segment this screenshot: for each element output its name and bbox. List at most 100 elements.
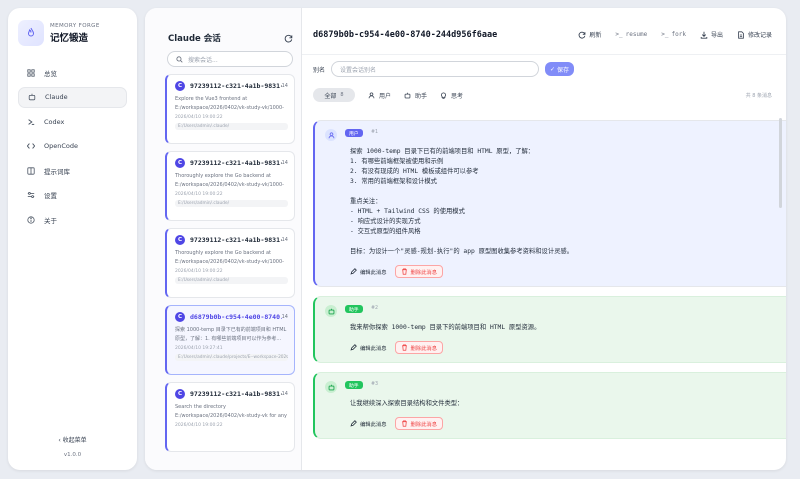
- alias-placeholder: 设置会话别名: [340, 66, 377, 74]
- book-icon: [26, 166, 36, 176]
- edit-label: 编辑此消息: [360, 269, 387, 276]
- message-count-badge: 14: [281, 314, 288, 320]
- nav-item-about[interactable]: 关于: [18, 209, 127, 230]
- role-badge: 助手: [345, 305, 363, 313]
- scrollbar[interactable]: [779, 118, 782, 208]
- session-card[interactable]: C 97239112-c321-4a1b-9831-1...14 Explore …: [165, 74, 295, 144]
- export-button[interactable]: 导出: [700, 30, 723, 39]
- fork-button[interactable]: >_ fork: [661, 31, 686, 38]
- nav-item-overview[interactable]: 总览: [18, 62, 127, 83]
- edit-message-button[interactable]: 编辑此消息: [350, 265, 387, 278]
- filter-user[interactable]: 用户: [368, 91, 391, 100]
- lightbulb-icon: [440, 92, 447, 99]
- claude-avatar-icon: C: [175, 235, 185, 245]
- alias-row: 别名 设置会话别名 ✓ 保存: [313, 61, 575, 77]
- filter-user-label: 用户: [379, 92, 392, 100]
- refresh-icon[interactable]: [284, 34, 293, 43]
- check-icon: ✓: [549, 65, 556, 73]
- user-icon: [368, 91, 375, 99]
- session-time: 2026/04/10 19:00:22: [175, 115, 223, 120]
- session-time: 2026/04/10 19:27:41: [175, 346, 223, 351]
- refresh-label: 刷新: [589, 32, 602, 39]
- filter-thinking[interactable]: 思考: [440, 91, 463, 100]
- delete-message-button[interactable]: 删除此消息: [394, 417, 443, 430]
- session-list-title: Claude 会话: [168, 34, 221, 44]
- message-content: 让我继续深入探索目录结构和文件类型：: [350, 400, 464, 407]
- nav-item-codex[interactable]: Codex: [18, 111, 127, 132]
- session-path: E:/Users/admin/.claude/: [175, 123, 288, 130]
- nav-menu: 总览 Claude Codex OpenCode 提示词库 设置 关于: [8, 62, 137, 230]
- edit-message-button[interactable]: 编辑此消息: [350, 341, 387, 354]
- delete-label: 删除此消息: [410, 345, 438, 352]
- nav-item-claude[interactable]: Claude: [18, 86, 127, 108]
- alias-input[interactable]: 设置会话别名: [331, 61, 540, 77]
- save-button[interactable]: ✓ 保存: [545, 62, 575, 76]
- session-search-input[interactable]: 搜索会话...: [167, 51, 293, 67]
- resume-button[interactable]: >_ resume: [615, 31, 647, 38]
- robot-icon: [404, 92, 411, 99]
- message-count-badge: 14: [281, 391, 288, 397]
- delete-message-button[interactable]: 删除此消息: [394, 265, 443, 278]
- filter-all[interactable]: 全部 8: [313, 88, 355, 102]
- robot-icon: [27, 92, 37, 102]
- search-icon: [176, 55, 183, 63]
- message-assistant: 助手 #3 让我继续深入探索目录结构和文件类型： 编辑此消息 删除此消息: [313, 372, 786, 439]
- sidebar: MEMORY FORGE 记忆锻造 总览 Claude Codex OpenCo…: [8, 8, 137, 470]
- user-avatar-icon: [325, 129, 337, 141]
- download-icon: [700, 31, 708, 39]
- change-log-button[interactable]: 修改记录: [737, 30, 772, 39]
- nav-item-opencode[interactable]: OpenCode: [18, 136, 127, 157]
- message-list: 用户 #1 探索 1000-temp 目录下已有的前端项目和 HTML 原型，了…: [313, 120, 786, 448]
- collapse-label: 收起菜单: [62, 437, 87, 444]
- filter-assistant-label: 助手: [415, 92, 428, 100]
- role-badge: 用户: [345, 129, 363, 137]
- export-label: 导出: [710, 32, 723, 39]
- session-detail-panel: d6879b0b-c954-4e00-8740-244d956f6aae 刷新 …: [302, 8, 786, 470]
- refresh-button[interactable]: 刷新: [578, 30, 601, 39]
- session-card[interactable]: C 97239112-c321-4a1b-9831-1...14 Search t…: [165, 382, 295, 452]
- edit-label: 编辑此消息: [360, 345, 387, 352]
- message-count-badge: 14: [281, 160, 288, 166]
- message-count-badge: 14: [281, 83, 288, 89]
- collapse-menu-button[interactable]: ‹ 收起菜单: [8, 435, 137, 444]
- filter-assistant[interactable]: 助手: [404, 91, 427, 100]
- session-card[interactable]: C 97239112-c321-4a1b-9831-1...14 Thorough…: [165, 228, 295, 298]
- message-content: 探索 1000-temp 目录下已有的前端项目和 HTML 原型，了解： 1. …: [350, 148, 574, 255]
- nav-label: Codex: [44, 117, 65, 126]
- session-description: Thoroughly explore the Go backend at E:/…: [175, 250, 284, 265]
- grid-icon: [26, 68, 36, 78]
- divider: [302, 54, 786, 55]
- nav-label: 总览: [44, 69, 57, 78]
- delete-message-button[interactable]: 删除此消息: [394, 341, 443, 354]
- message-number: #2: [371, 306, 379, 311]
- session-description: Thoroughly explore the Go backend at E:/…: [175, 173, 284, 188]
- version-label: v1.0.0: [63, 452, 82, 458]
- brand: MEMORY FORGE 记忆锻造: [8, 8, 137, 56]
- edit-message-button[interactable]: 编辑此消息: [350, 417, 387, 430]
- main-panel: Claude 会话 搜索会话... C 97239112-c321-4a1b-98…: [145, 8, 786, 470]
- role-badge: 助手: [345, 381, 363, 389]
- session-description: 探索 1000-temp 目录下已有的前端项目和 HTML 原型，了解：1. 有…: [175, 327, 287, 342]
- session-time: 2026/04/10 19:00:22: [175, 192, 223, 197]
- session-title: d6879b0b-c954-4e00-8740-244d956f6aae: [313, 30, 498, 40]
- delete-label: 删除此消息: [410, 421, 438, 428]
- session-path: E:/Users/admin/.claude/projects/E--works…: [175, 354, 288, 361]
- nav-item-settings[interactable]: 设置: [18, 185, 127, 206]
- chevron-right-icon: [26, 117, 36, 127]
- session-id: 97239112-c321-4a1b-9831-1...: [190, 82, 282, 90]
- trash-icon: [401, 268, 408, 275]
- session-card-selected[interactable]: Cd6879b0b-c954-4e00-8740... 14 探索 1000-te…: [165, 305, 295, 375]
- nav-item-prompts[interactable]: 提示词库: [18, 160, 127, 181]
- claude-avatar-icon: C: [175, 389, 185, 399]
- brand-title: 记忆锻造: [50, 32, 89, 44]
- session-card[interactable]: C 97239112-c321-4a1b-9831-1...14 Thorough…: [165, 151, 295, 221]
- filter-thinking-label: 思考: [451, 92, 464, 100]
- resume-label: resume: [625, 31, 648, 38]
- terminal-icon: >_: [661, 31, 669, 38]
- session-path: E:/Users/admin/.claude/: [175, 277, 288, 284]
- info-icon: [26, 215, 36, 225]
- refresh-icon: [578, 31, 586, 39]
- message-content: 我来帮你探索 1000-temp 目录下的前端项目和 HTML 原型资源。: [350, 324, 541, 331]
- change-log-label: 修改记录: [747, 32, 772, 39]
- session-description: Search the directory E:/workspace/2026/0…: [175, 404, 288, 419]
